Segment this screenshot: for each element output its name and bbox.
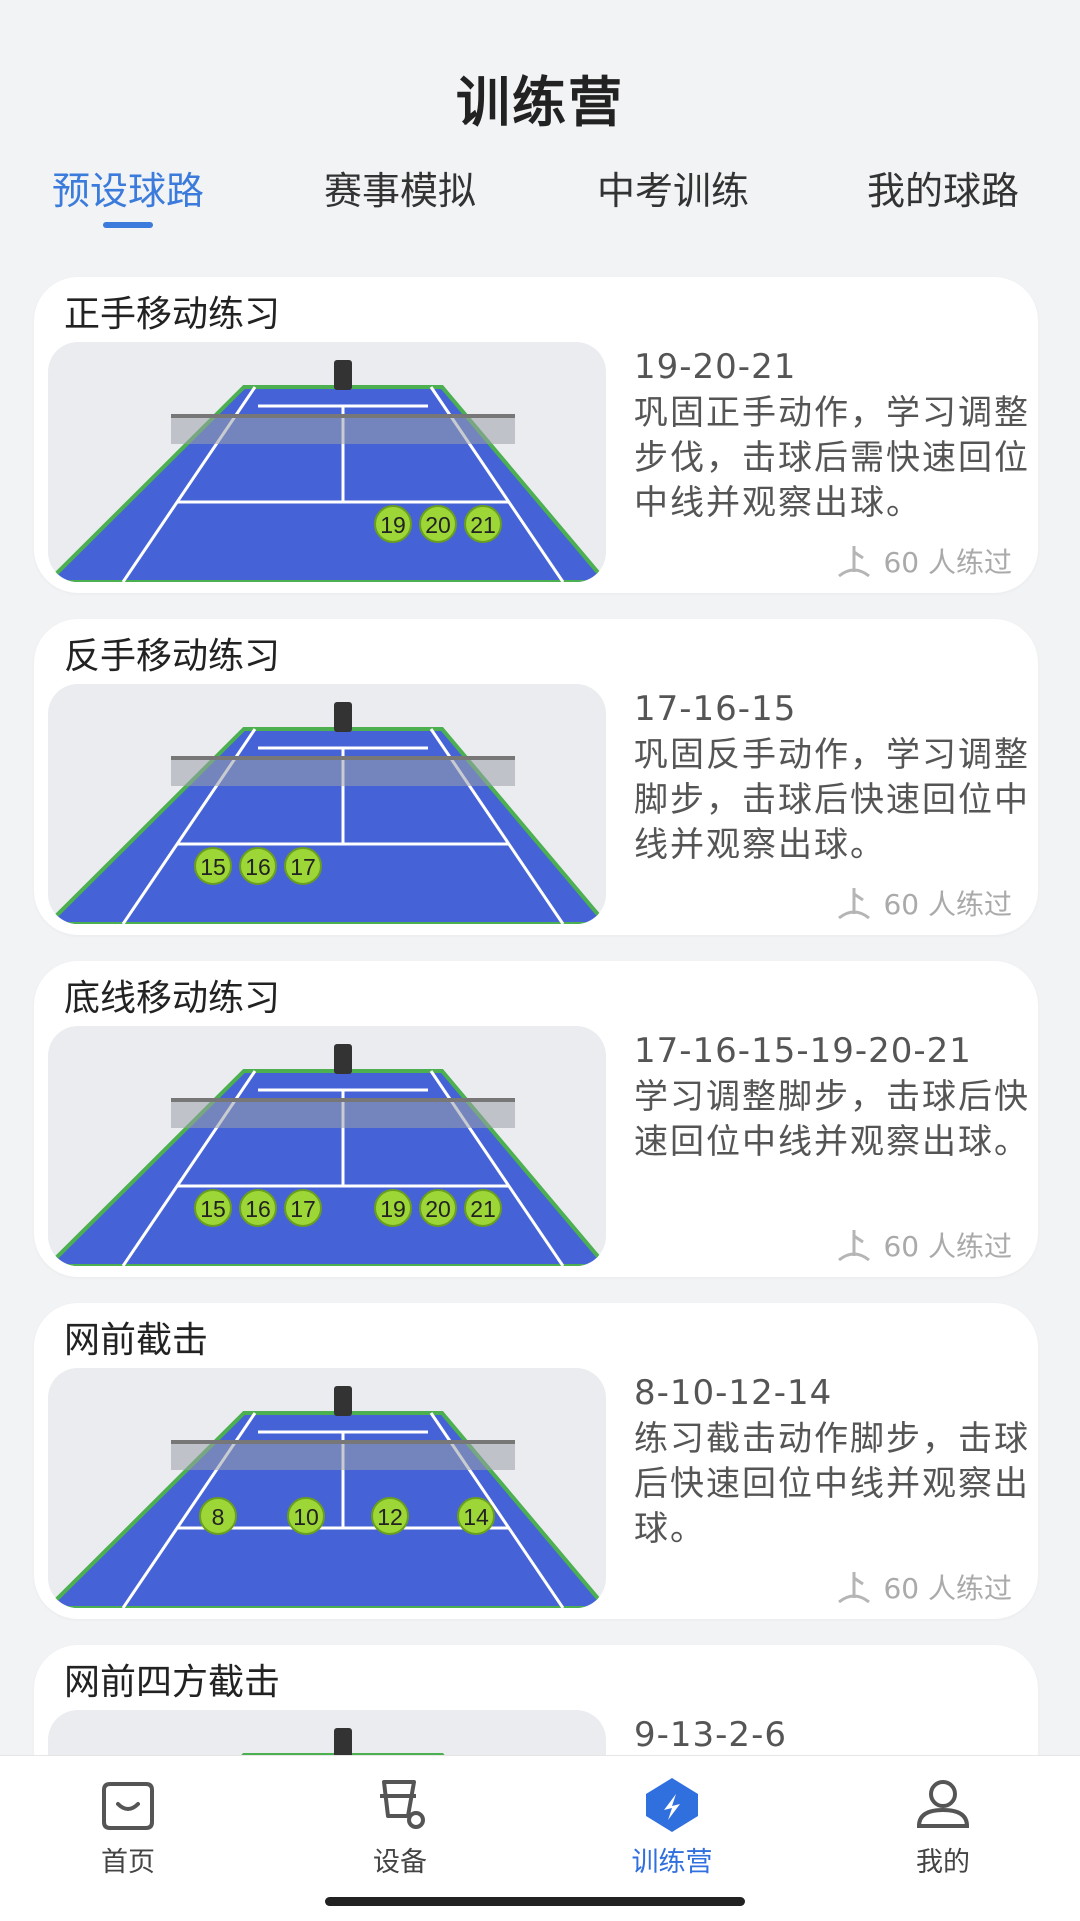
home-indicator[interactable]: [325, 1897, 745, 1906]
svg-text:15: 15: [200, 854, 226, 880]
route-sequence: 8-10-12-14: [634, 1373, 833, 1413]
ball-15: 15: [194, 1189, 232, 1227]
card-title: 网前四方截击: [64, 1662, 281, 1703]
device-icon: [380, 1780, 425, 1829]
tennis-court: [48, 360, 606, 582]
ball-17: 17: [284, 1189, 322, 1227]
svg-text:15: 15: [200, 1196, 226, 1222]
nav-item-home[interactable]: 首页: [28, 1776, 228, 1879]
svg-text:21: 21: [470, 1196, 496, 1222]
svg-text:19: 19: [380, 512, 406, 538]
training-camp-icon: [646, 1778, 698, 1832]
nav-label: 首页: [101, 1847, 155, 1878]
ball-17: 17: [284, 847, 322, 885]
route-card[interactable]: 网前四方截击 9-13-2-6: [34, 1645, 1038, 1755]
card-title: 正手移动练习: [64, 294, 281, 335]
svg-text:16: 16: [245, 1196, 271, 1222]
route-sequence: 19-20-21: [634, 347, 797, 387]
svg-text:21: 21: [470, 512, 496, 538]
route-description: 巩固正手动作，学习调整步伐，击球后需快速回位中线并观察出球。: [634, 393, 1030, 523]
route-sequence: 17-16-15: [634, 689, 797, 729]
nav-label: 我的: [916, 1847, 970, 1878]
route-card[interactable]: 反手移动练习 15 16 17 17-16-15 巩固反手动作，学习调整脚步，击…: [34, 619, 1038, 935]
home-icon: [102, 1782, 154, 1830]
svg-text:12: 12: [377, 1504, 403, 1530]
svg-text:8: 8: [212, 1504, 225, 1530]
court-diagram: [48, 1710, 606, 1755]
practice-count: 60 人练过: [833, 883, 1012, 923]
practice-count: 60 人练过: [833, 1225, 1012, 1265]
nav-label: 设备: [373, 1847, 427, 1878]
svg-text:19: 19: [380, 1196, 406, 1222]
racket-user-icon: [838, 1572, 871, 1604]
ball-19: 19: [374, 505, 412, 543]
practice-count: 60 人练过: [833, 541, 1012, 581]
route-description: 学习调整脚步，击球后快速回位中线并观察出球。: [634, 1077, 1030, 1162]
ball-16: 16: [239, 847, 277, 885]
svg-text:17: 17: [290, 854, 316, 880]
route-card[interactable]: 网前截击 8 10 12 14 8-10-12-14 练习截击动作脚步，击球后快…: [34, 1303, 1038, 1619]
ball-14: 14: [457, 1497, 495, 1535]
court-diagram: 15 16 17: [48, 684, 606, 924]
court-diagram: 8 10 12 14: [48, 1368, 606, 1608]
court-diagram: 15 16 17 19 20 21: [48, 1026, 606, 1266]
practice-count-label: 60 人练过: [883, 546, 1012, 579]
ball-21: 21: [464, 1189, 502, 1227]
ball-12: 12: [371, 1497, 409, 1535]
route-sequence: 17-16-15-19-20-21: [634, 1031, 972, 1071]
practice-count-label: 60 人练过: [883, 1572, 1012, 1605]
racket-user-icon: [838, 888, 871, 920]
practice-count-label: 60 人练过: [883, 1230, 1012, 1263]
active-tab-indicator: [103, 222, 153, 228]
practice-count: 60 人练过: [833, 1567, 1012, 1607]
nav-label: 训练营: [631, 1847, 713, 1878]
ball-8: 8: [199, 1497, 237, 1535]
page-title: 训练营: [456, 71, 624, 134]
route-sequence: 9-13-2-6: [634, 1715, 787, 1755]
nav-item-device[interactable]: 设备: [300, 1776, 500, 1879]
ball-21: 21: [464, 505, 502, 543]
ball-15: 15: [194, 847, 232, 885]
profile-icon: [916, 1780, 970, 1828]
tab-preset-routes[interactable]: 预设球路: [52, 160, 204, 215]
nav-item-training-camp[interactable]: 训练营: [572, 1776, 772, 1879]
svg-text:20: 20: [425, 1196, 451, 1222]
court-diagram: 19 20 21: [48, 342, 606, 582]
tab-exam-training[interactable]: 中考训练: [597, 160, 749, 215]
tab-bar: 预设球路 赛事模拟 中考训练 我的球路: [0, 160, 1080, 230]
svg-text:10: 10: [293, 1504, 319, 1530]
practice-count-label: 60 人练过: [883, 888, 1012, 921]
card-title: 反手移动练习: [64, 636, 281, 677]
svg-text:14: 14: [463, 1504, 489, 1530]
svg-text:16: 16: [245, 854, 271, 880]
tennis-court: [48, 1044, 606, 1266]
route-card[interactable]: 正手移动练习 19 20 21 19-20-21 巩固正手动作，学习调整步伐，击…: [34, 277, 1038, 593]
tab-my-routes[interactable]: 我的球路: [867, 160, 1019, 215]
card-title: 网前截击: [64, 1320, 209, 1361]
ball-19: 19: [374, 1189, 412, 1227]
card-title: 底线移动练习: [64, 978, 281, 1019]
route-list[interactable]: 正手移动练习 19 20 21 19-20-21 巩固正手动作，学习调整步伐，击…: [0, 275, 1080, 1755]
racket-user-icon: [838, 1230, 871, 1262]
ball-20: 20: [419, 505, 457, 543]
route-description: 练习截击动作脚步，击球后快速回位中线并观察出球。: [634, 1419, 1030, 1549]
tab-match-simulation[interactable]: 赛事模拟: [324, 160, 476, 215]
ball-16: 16: [239, 1189, 277, 1227]
nav-item-profile[interactable]: 我的: [843, 1776, 1043, 1879]
tennis-court: [48, 1386, 606, 1608]
tennis-court: [241, 1728, 445, 1755]
route-description: 巩固反手动作，学习调整脚步，击球后快速回位中线并观察出球。: [634, 735, 1030, 865]
ball-10: 10: [287, 1497, 325, 1535]
route-card[interactable]: 底线移动练习 15 16 17 19 20 21 17-16-15-19-20-…: [34, 961, 1038, 1277]
svg-text:20: 20: [425, 512, 451, 538]
svg-text:17: 17: [290, 1196, 316, 1222]
ball-20: 20: [419, 1189, 457, 1227]
racket-user-icon: [838, 546, 871, 578]
tennis-court: [48, 702, 606, 924]
